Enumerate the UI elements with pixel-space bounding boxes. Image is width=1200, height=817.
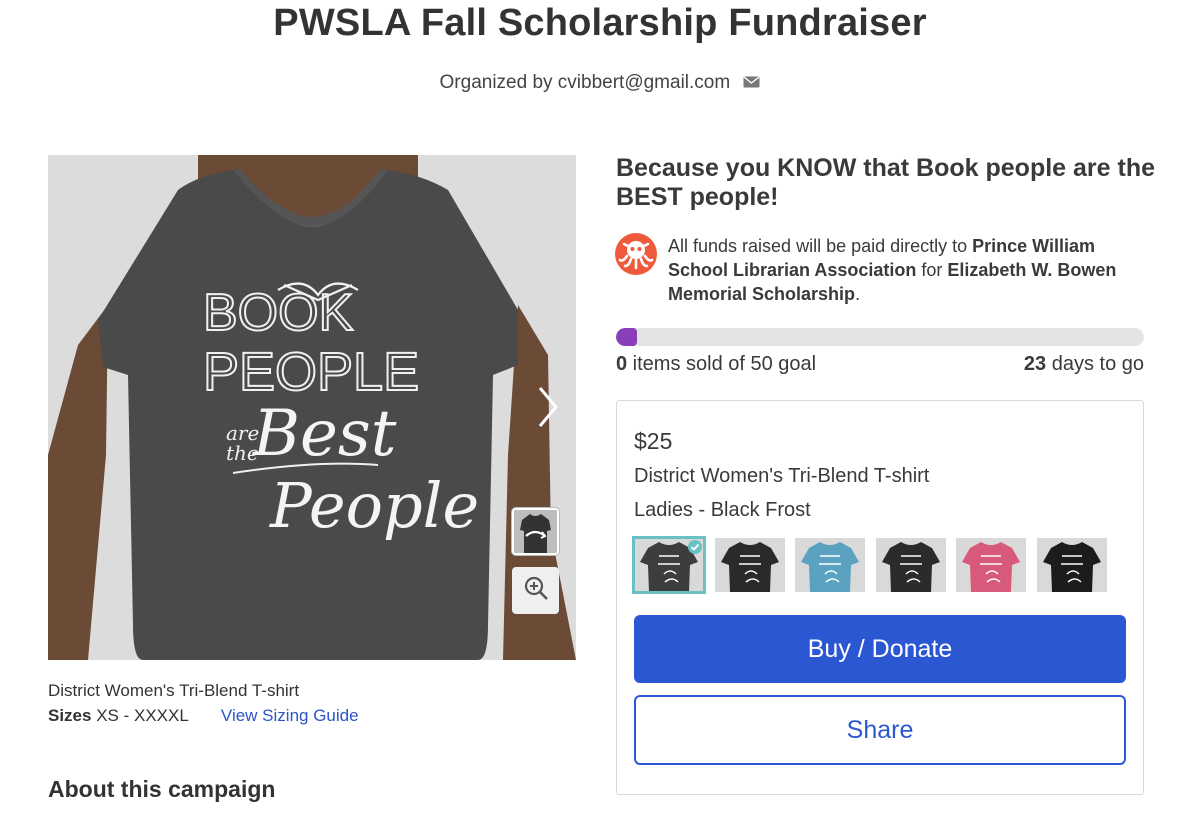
zoom-button[interactable] [512, 567, 559, 614]
funds-statement: All funds raised will be paid directly t… [668, 234, 1148, 306]
shirt-text-book: BOOK [203, 284, 354, 342]
swatch-blue[interactable] [795, 538, 865, 592]
sold-text: items sold of 50 goal [627, 353, 817, 375]
shirt-text-people-script: People [269, 469, 479, 542]
sold-count: 0 [616, 353, 628, 375]
price: $25 [634, 428, 673, 454]
page-title: PWSLA Fall Scholarship Fundraiser [273, 2, 927, 44]
swatch-black-v[interactable] [876, 538, 946, 592]
buy-donate-button[interactable]: Buy / Donate [634, 615, 1126, 683]
about-heading: About this campaign [48, 776, 276, 802]
sizes-row: Sizes XS - XXXXL View Sizing Guide [48, 706, 359, 726]
days-to-go: 23 days to go [1024, 353, 1144, 376]
swatch-pink[interactable] [956, 538, 1026, 592]
product-name: District Women's Tri-Blend T-shirt [48, 681, 300, 700]
funds-prefix: All funds raised will be paid directly t… [668, 236, 973, 256]
selected-check-icon [688, 540, 702, 554]
swatch-black-frost[interactable] [632, 536, 706, 594]
style-name: District Women's Tri-Blend T-shirt [634, 465, 930, 487]
variant-name: Ladies - Black Frost [634, 499, 811, 521]
funds-mid: for [916, 260, 948, 280]
envelope-icon[interactable] [743, 72, 760, 94]
sizes-label: Sizes [48, 706, 92, 725]
items-sold: 0 items sold of 50 goal [616, 353, 816, 376]
organizer-line: Organized by cvibbert@gmail.com [0, 72, 1200, 94]
organizer-text: Organized by cvibbert@gmail.com [439, 72, 731, 94]
swatch-black[interactable] [715, 538, 785, 592]
sales-progress-fill [616, 328, 637, 346]
sizes-range: XS - XXXXL [96, 706, 189, 725]
sales-progress-bar [616, 328, 1144, 346]
product-image: BOOK PEOPLE are the Best People [48, 155, 576, 660]
shirt-text-people: PEOPLE [203, 342, 419, 402]
shirt-text-best: Best [252, 397, 397, 471]
campaign-headline: Because you KNOW that Book people are th… [616, 154, 1155, 211]
zoom-in-icon [523, 575, 549, 606]
days-count: 23 [1023, 353, 1047, 375]
funds-suffix: . [855, 284, 861, 304]
back-view-thumbnail[interactable] [512, 508, 559, 555]
share-button[interactable]: Share [634, 695, 1126, 765]
swatch-black-long-sleeve[interactable] [1037, 538, 1107, 592]
next-image-chevron-icon[interactable] [530, 380, 564, 434]
sizing-guide-link[interactable]: View Sizing Guide [221, 706, 359, 725]
days-text: days to go [1046, 353, 1144, 375]
octopus-logo-icon [614, 232, 658, 276]
